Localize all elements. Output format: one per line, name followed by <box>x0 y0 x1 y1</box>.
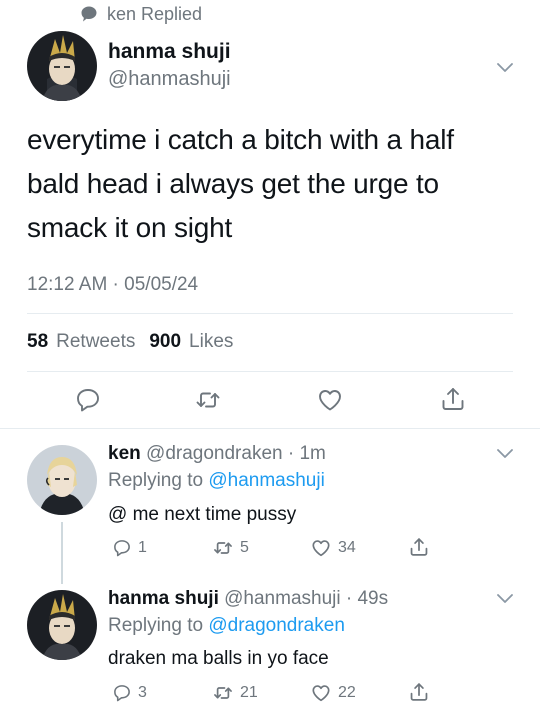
likes-label[interactable]: Likes <box>189 331 233 353</box>
heart-icon <box>312 540 330 557</box>
like-count[interactable]: 900 <box>149 331 181 353</box>
share-icon <box>410 683 428 701</box>
replied-context: ken Replied <box>80 3 202 25</box>
chevron-down-icon[interactable] <box>495 591 515 605</box>
reply-text: draken ma balls in yo face <box>108 648 329 669</box>
reply-icon <box>114 540 130 557</box>
divider <box>27 313 513 314</box>
reply-author-name[interactable]: hanma shuji <box>108 588 219 609</box>
reply-button[interactable]: 1 <box>112 538 147 558</box>
retweet-icon[interactable] <box>194 386 222 414</box>
like-button[interactable]: 22 <box>310 683 356 703</box>
retweet-icon <box>214 542 232 554</box>
reply-author-line: ken @dragondraken · 1m <box>108 443 326 465</box>
retweet-count: 21 <box>240 684 258 701</box>
avatar[interactable] <box>27 31 97 101</box>
share-icon[interactable] <box>439 385 467 413</box>
heart-icon <box>312 685 330 702</box>
retweets-label[interactable]: Retweets <box>56 331 135 353</box>
like-button[interactable]: 34 <box>310 538 356 558</box>
reply-button[interactable]: 3 <box>112 683 147 703</box>
replying-to-line: Replying to @dragondraken <box>108 615 345 637</box>
chevron-down-icon[interactable] <box>495 60 515 74</box>
reply-icon <box>114 685 130 702</box>
avatar-hanma-image <box>27 31 97 101</box>
tweet-text: everytime i catch a bitch with a half ba… <box>27 124 454 243</box>
heart-icon[interactable] <box>316 386 344 414</box>
replying-to-prefix: Replying to <box>108 470 204 491</box>
like-count: 22 <box>338 684 356 701</box>
replying-to-handle[interactable]: @dragondraken <box>208 615 345 636</box>
avatar-ken-image <box>27 445 97 515</box>
replying-to-prefix: Replying to <box>108 615 204 636</box>
divider <box>0 428 540 429</box>
tweet-timestamp[interactable]: 12:12 AM · 05/05/24 <box>27 274 198 296</box>
tweet-stats: 58 Retweets 900 Likes <box>27 331 239 353</box>
reply-text: @ me next time pussy <box>108 504 297 525</box>
like-count: 34 <box>338 539 356 556</box>
retweet-count[interactable]: 58 <box>27 331 48 353</box>
replying-to-line: Replying to @hanmashuji <box>108 470 325 492</box>
share-button[interactable] <box>408 536 430 558</box>
author-name[interactable]: hanma shuji <box>108 40 231 64</box>
retweet-button[interactable]: 21 <box>212 683 258 703</box>
reply-handle-time[interactable]: @dragondraken · 1m <box>146 443 326 464</box>
retweet-button[interactable]: 5 <box>212 538 249 558</box>
reply-handle-time[interactable]: @hanmashuji · 49s <box>224 588 388 609</box>
author-handle[interactable]: @hanmashuji <box>108 68 231 91</box>
reply-icon[interactable] <box>74 386 102 414</box>
reply-author-name[interactable]: ken <box>108 443 141 464</box>
retweet-count: 5 <box>240 539 249 556</box>
chevron-down-icon[interactable] <box>495 446 515 460</box>
avatar[interactable] <box>27 590 97 660</box>
share-icon <box>410 538 428 556</box>
divider <box>27 371 513 372</box>
speech-bubble-icon <box>81 6 97 22</box>
reply-count: 3 <box>138 684 147 701</box>
reply-count: 1 <box>138 539 147 556</box>
reply-author-line: hanma shuji @hanmashuji · 49s <box>108 588 388 610</box>
retweet-icon <box>214 687 232 699</box>
share-button[interactable] <box>408 681 430 703</box>
replying-to-handle[interactable]: @hanmashuji <box>208 470 324 491</box>
avatar-hanma-image <box>27 590 97 660</box>
thread-line <box>61 522 63 584</box>
avatar[interactable] <box>27 445 97 515</box>
replied-label: ken Replied <box>107 3 203 24</box>
